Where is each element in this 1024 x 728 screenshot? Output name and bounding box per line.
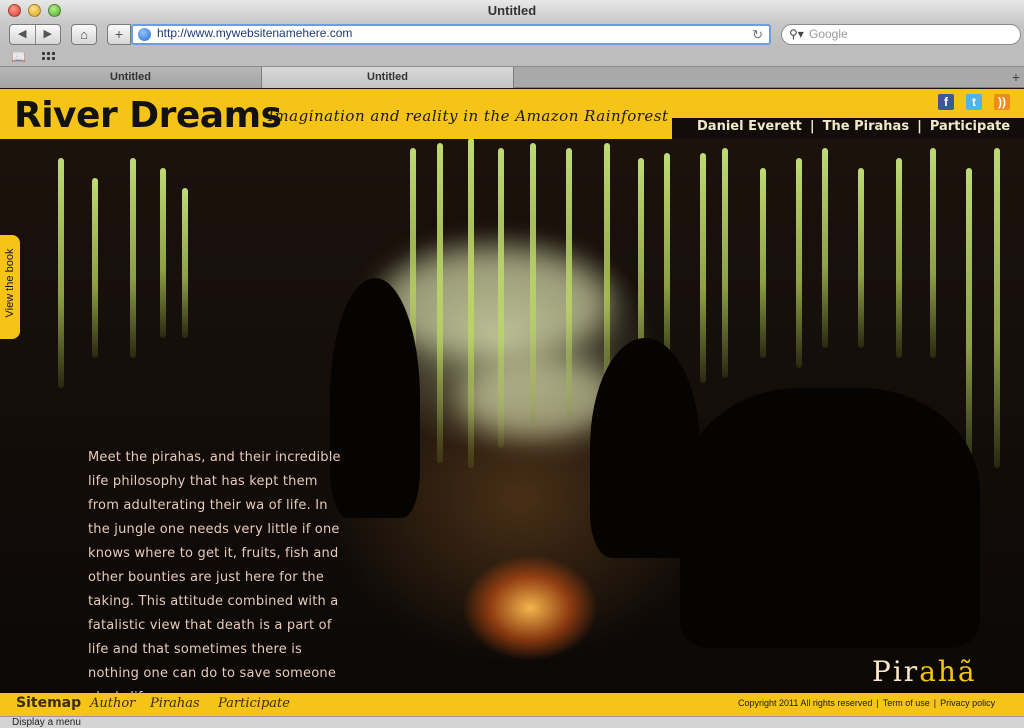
piraha-logo: Pirahã [872,655,977,688]
light-slat [530,143,536,423]
site-tagline: Imagination and reality in the Amazon Ra… [268,107,669,125]
main-nav: Daniel Everett | The Pirahas | Participate [697,119,1010,134]
light-slat [994,148,1000,468]
privacy-policy-link[interactable]: Privacy policy [940,698,995,708]
view-book-label: View the book [4,248,16,318]
minimize-window-icon[interactable] [28,4,41,17]
site-footer: Sitemap Author Pirahas Participate Copyr… [0,693,1024,716]
reload-icon[interactable]: ↻ [752,26,763,43]
status-bar: Display a menu [0,716,1024,728]
window-title: Untitled [487,3,537,18]
header-notch-shape [660,127,672,139]
tab-bar: Untitled Untitled + [0,66,1024,88]
forward-icon[interactable]: ▶ [36,25,61,44]
rss-icon[interactable]: )) [994,94,1010,110]
globe-icon [138,28,151,41]
nav-separator: | [809,119,815,134]
nav-the-pirahas[interactable]: The Pirahas [823,119,909,134]
light-slat [160,168,166,338]
light-slat [722,148,728,378]
footer-legal: Copyright 2011 All rights reserved | Term … [738,698,995,708]
light-slat [858,168,864,348]
nav-participate[interactable]: Participate [930,119,1010,134]
web-page: River Dreams Imagination and reality in … [0,89,1024,716]
light-slat [822,148,828,348]
search-placeholder: Google [809,27,848,41]
light-slat [796,158,802,368]
footer-author-link[interactable]: Author [90,696,135,711]
back-icon[interactable]: ◀ [10,25,36,44]
browser-toolbar: ◀ ▶ ⌂ + http://www.mywebsitenamehere.com… [0,22,1024,48]
light-slat [966,168,972,468]
light-slat [566,148,572,418]
light-slat [700,153,706,383]
search-icon[interactable]: ⚲▾ [789,25,804,44]
light-slat [760,168,766,358]
light-slat [930,148,936,358]
footer-participate-link[interactable]: Participate [218,696,290,711]
zoom-window-icon[interactable] [48,4,61,17]
tab-untitled-2[interactable]: Untitled [262,67,514,88]
add-bookmark-icon[interactable]: + [107,24,131,45]
site-logo[interactable]: River Dreams [14,95,282,136]
footer-separator: | [933,698,937,708]
bookmarks-bar: 📖 [0,48,1024,66]
new-tab-icon[interactable]: + [1012,67,1020,87]
light-slat [130,158,136,358]
view-book-tab[interactable]: View the book [0,235,20,339]
history-buttons: ◀ ▶ [9,24,61,45]
close-window-icon[interactable] [8,4,21,17]
bookmarks-book-icon[interactable]: 📖 [11,50,26,64]
light-slat [896,158,902,358]
tab-untitled-1[interactable]: Untitled [0,67,262,88]
light-slat [58,158,64,388]
search-field[interactable]: ⚲▾ Google [781,24,1021,45]
top-sites-grid-icon[interactable] [41,51,55,61]
light-slat [437,143,443,463]
footer-pirahas-link[interactable]: Pirahas [150,696,200,711]
light-slat [182,188,188,338]
light-slat [498,148,504,448]
window-titlebar: Untitled [0,0,1024,22]
url-input[interactable]: http://www.mywebsitenamehere.com [157,26,352,40]
nav-daniel-everett[interactable]: Daniel Everett [697,119,802,134]
shadow-silhouette [680,388,980,648]
copyright-text: Copyright 2011 All rights reserved [738,698,873,708]
home-icon[interactable]: ⌂ [71,24,97,45]
address-bar[interactable]: http://www.mywebsitenamehere.com ↻ [131,24,771,45]
facebook-icon[interactable]: f [938,94,954,110]
piraha-logo-part2: aha [919,655,977,688]
piraha-logo-part1: Pir [872,655,920,688]
nav-separator: | [917,119,922,134]
light-slat [468,138,474,468]
terms-of-use-link[interactable]: Term of use [883,698,930,708]
footer-sitemap-link[interactable]: Sitemap [16,695,81,711]
footer-separator: | [876,698,879,708]
light-slat [92,178,98,358]
twitter-icon[interactable]: t [966,94,982,110]
intro-paragraph: Meet the pirahas, and their incredible l… [88,450,341,705]
light-slat [664,153,670,373]
